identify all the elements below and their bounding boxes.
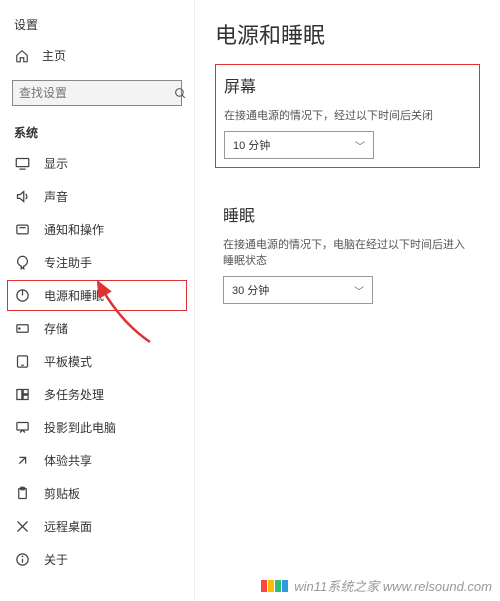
power-icon xyxy=(14,288,30,304)
screen-title: 屏幕 xyxy=(224,73,471,97)
section-label: 系统 xyxy=(0,114,194,147)
screen-timeout-dropdown[interactable]: 10 分钟 ﹀ xyxy=(224,131,374,159)
screen-desc: 在接通电源的情况下，经过以下时间后关闭 xyxy=(224,107,471,123)
tablet-icon xyxy=(14,354,30,370)
nav-label: 通知和操作 xyxy=(44,221,104,238)
nav-notifications[interactable]: 通知和操作 xyxy=(0,213,194,246)
nav-power-sleep[interactable]: 电源和睡眠 xyxy=(6,279,188,312)
nav-list: 显示 声音 通知和操作 专注助手 电源和睡眠 存储 平板模式 多任务处理 xyxy=(0,147,194,576)
watermark-logo xyxy=(261,580,288,592)
clipboard-icon xyxy=(14,486,30,502)
chevron-down-icon: ﹀ xyxy=(354,283,364,298)
main-content: 电源和睡眠 屏幕 在接通电源的情况下，经过以下时间后关闭 10 分钟 ﹀ 睡眠 … xyxy=(195,0,500,356)
nav-clipboard[interactable]: 剪贴板 xyxy=(0,477,194,510)
page-title: 电源和睡眠 xyxy=(215,18,480,50)
sleep-timeout-dropdown[interactable]: 30 分钟 ﹀ xyxy=(223,276,373,304)
nav-label: 电源和睡眠 xyxy=(44,287,104,304)
multitask-icon xyxy=(14,387,30,403)
nav-remote[interactable]: 远程桌面 xyxy=(0,510,194,543)
nav-display[interactable]: 显示 xyxy=(0,147,194,180)
about-icon xyxy=(14,552,30,568)
nav-label: 关于 xyxy=(44,551,68,568)
search-icon xyxy=(174,87,187,100)
display-icon xyxy=(14,156,30,172)
nav-shared[interactable]: 体验共享 xyxy=(0,444,194,477)
search-box[interactable] xyxy=(12,80,182,106)
sidebar: 设置 主页 系统 显示 声音 通知和操作 专注助手 xyxy=(0,0,195,601)
nav-about[interactable]: 关于 xyxy=(0,543,194,576)
project-icon xyxy=(14,420,30,436)
storage-icon xyxy=(14,321,30,337)
sleep-timeout-value: 30 分钟 xyxy=(232,282,269,298)
search-input[interactable] xyxy=(19,86,174,100)
nav-storage[interactable]: 存储 xyxy=(0,312,194,345)
nav-label: 投影到此电脑 xyxy=(44,419,116,436)
remote-icon xyxy=(14,519,30,535)
sleep-section: 睡眠 在接通电源的情况下，电脑在经过以下时间后进入睡眠状态 30 分钟 ﹀ xyxy=(215,194,480,312)
nav-label: 多任务处理 xyxy=(44,386,104,403)
shared-icon xyxy=(14,453,30,469)
home-icon xyxy=(14,49,30,63)
nav-label: 体验共享 xyxy=(44,452,92,469)
nav-label: 声音 xyxy=(44,188,68,205)
nav-tablet[interactable]: 平板模式 xyxy=(0,345,194,378)
sleep-desc: 在接通电源的情况下，电脑在经过以下时间后进入睡眠状态 xyxy=(223,236,472,268)
app-title: 设置 xyxy=(0,10,194,39)
home-label: 主页 xyxy=(42,47,66,64)
chevron-down-icon: ﹀ xyxy=(355,138,365,153)
nav-label: 存储 xyxy=(44,320,68,337)
home-button[interactable]: 主页 xyxy=(0,39,194,72)
nav-sound[interactable]: 声音 xyxy=(0,180,194,213)
sound-icon xyxy=(14,189,30,205)
focus-icon xyxy=(14,255,30,271)
screen-section: 屏幕 在接通电源的情况下，经过以下时间后关闭 10 分钟 ﹀ xyxy=(215,64,480,168)
nav-projecting[interactable]: 投影到此电脑 xyxy=(0,411,194,444)
nav-focus[interactable]: 专注助手 xyxy=(0,246,194,279)
nav-label: 平板模式 xyxy=(44,353,92,370)
watermark-text: win11系统之家 www.relsound.com xyxy=(294,576,492,595)
notification-icon xyxy=(14,222,30,238)
nav-label: 剪贴板 xyxy=(44,485,80,502)
sleep-title: 睡眠 xyxy=(223,202,472,226)
nav-label: 显示 xyxy=(44,155,68,172)
nav-label: 专注助手 xyxy=(44,254,92,271)
nav-label: 远程桌面 xyxy=(44,518,92,535)
screen-timeout-value: 10 分钟 xyxy=(233,137,270,153)
nav-multitask[interactable]: 多任务处理 xyxy=(0,378,194,411)
watermark: win11系统之家 www.relsound.com xyxy=(261,576,492,595)
